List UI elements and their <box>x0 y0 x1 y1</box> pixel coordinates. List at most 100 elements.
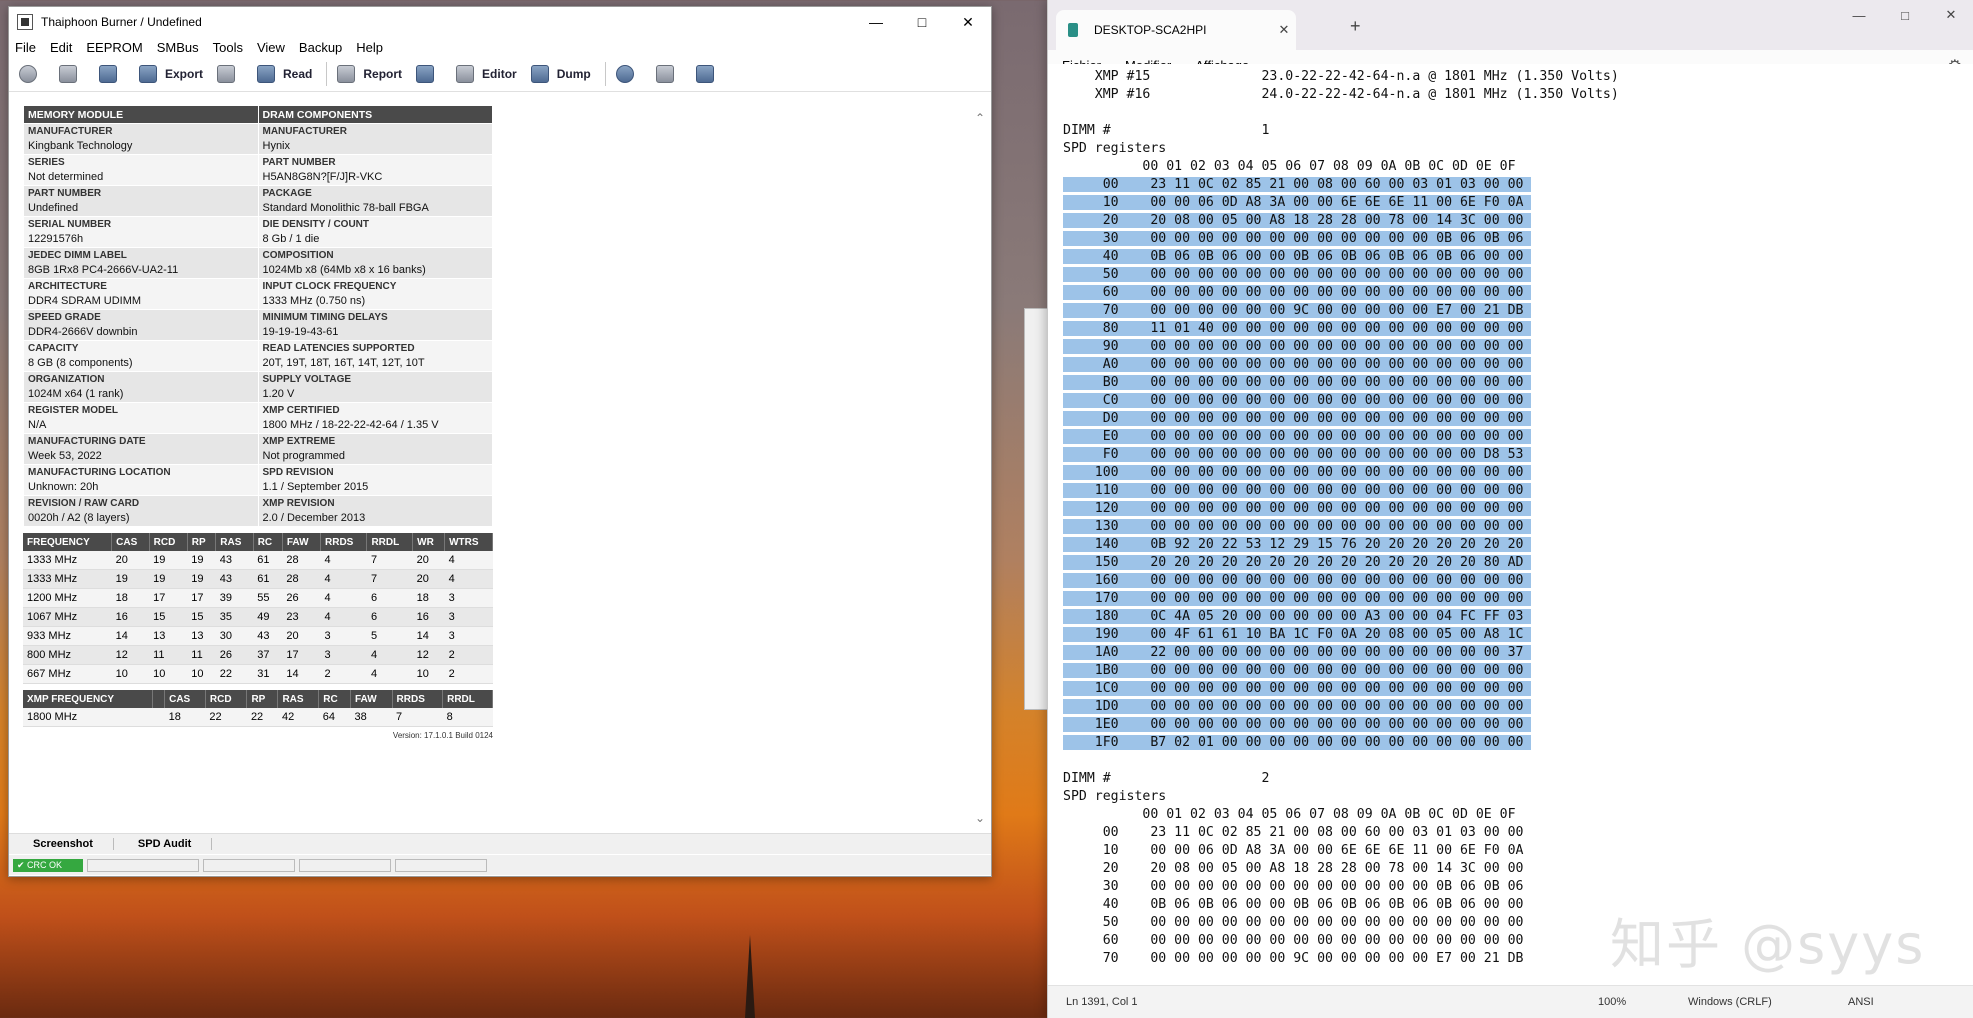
column-header: RRDL <box>366 533 414 551</box>
chart-tool[interactable] <box>695 65 722 83</box>
document-tab[interactable]: DESKTOP-SCA2HPI ✕ <box>1056 10 1296 50</box>
text-editor[interactable]: XMP #14 22.0-22-22-42-64-n.a @ 1801 MHz … <box>1048 64 1973 984</box>
field-value: 12291576h <box>28 233 84 245</box>
menu-smbus[interactable]: SMBus <box>157 40 199 55</box>
menu-tools[interactable]: Tools <box>213 40 243 55</box>
column-header: RC <box>318 690 351 708</box>
table-row: SPEED GRADE DDR4-2666V downbin MINIMUM TIM… <box>23 309 493 341</box>
field-value: DDR4 SDRAM UDIMM <box>28 295 142 307</box>
maximize-button[interactable]: □ <box>1882 0 1928 30</box>
documents-tool[interactable] <box>655 65 682 83</box>
table-row: MANUFACTURING DATE Week 53, 2022 XMP EXTRE… <box>23 433 493 465</box>
report-label: Report <box>363 67 403 81</box>
column-header: RAS <box>277 690 320 708</box>
crc-status-badge: ✔ CRC OK <box>13 858 83 872</box>
table-cell: 39 <box>215 588 254 608</box>
field-label: ORGANIZATION <box>28 374 105 385</box>
table-cell <box>152 708 165 727</box>
table-cell: 19 <box>149 551 188 570</box>
new-tab-icon[interactable]: + <box>1350 16 1361 37</box>
notepad-window: DESKTOP-SCA2HPI ✕ + — □ ✕ Fichier Modifi… <box>1047 0 1973 1018</box>
field-value: 20T, 19T, 18T, 16T, 14T, 12T, 10T <box>262 357 425 369</box>
dump-button[interactable]: Dump <box>530 65 591 83</box>
info-cell: JEDEC DIMM LABEL 8GB 1Rx8 PC4-2666V-UA2-1… <box>23 247 259 279</box>
scroll-down-icon[interactable]: ⌄ <box>973 811 987 825</box>
selected-text-line: 50 00 00 00 00 00 00 00 00 00 00 00 00 0… <box>1063 267 1532 282</box>
export-icon <box>139 65 157 83</box>
table-cell: 26 <box>282 588 321 608</box>
close-button[interactable]: ✕ <box>1928 0 1973 30</box>
table-cell: 16 <box>412 607 445 627</box>
table-cell: 14 <box>111 626 150 646</box>
menu-backup[interactable]: Backup <box>299 40 342 55</box>
table-cell: 1067 MHz <box>23 607 112 627</box>
menu-help[interactable]: Help <box>356 40 383 55</box>
field-label: REVISION / RAW CARD <box>28 498 140 509</box>
field-label: MINIMUM TIMING DELAYS <box>262 312 388 323</box>
scroll-up-icon[interactable]: ⌃ <box>973 111 987 125</box>
report-content: MEMORY MODULE DRAM COMPONENTS MANUFACTURER… <box>23 105 493 740</box>
column-header: CAS <box>111 533 150 551</box>
text-line: DIMM # 1 <box>1063 123 1270 138</box>
gear-icon <box>19 65 37 83</box>
settings-tool[interactable] <box>19 65 45 83</box>
open-tool[interactable] <box>59 65 85 83</box>
menu-edit[interactable]: Edit <box>50 40 72 55</box>
vertical-scrollbar[interactable]: ⌃ ⌄ <box>973 111 987 825</box>
info-cell: INPUT CLOCK FREQUENCY 1333 MHz (0.750 ns) <box>257 278 493 310</box>
tools-button[interactable] <box>416 65 442 83</box>
export-button[interactable]: Export <box>139 65 203 83</box>
refresh-tool[interactable] <box>615 65 642 83</box>
text-line: 00 23 11 0C 02 85 21 00 08 00 60 00 03 0… <box>1063 825 1524 840</box>
refresh-icon <box>615 65 634 83</box>
field-label: SPEED GRADE <box>28 312 101 323</box>
tab-spd-audit[interactable]: SPD Audit <box>114 838 213 850</box>
lock-tool[interactable] <box>217 65 243 83</box>
close-button[interactable]: ✕ <box>945 7 991 37</box>
table-row: SERIAL NUMBER 12291576h DIE DENSITY / COUN… <box>23 216 493 248</box>
field-value: Week 53, 2022 <box>28 450 102 462</box>
field-label: SERIAL NUMBER <box>28 219 112 230</box>
table-cell: 43 <box>253 626 283 646</box>
maximize-button[interactable]: □ <box>899 7 945 37</box>
table-cell: 3 <box>320 626 367 646</box>
wrench-icon <box>416 65 435 83</box>
field-label: XMP REVISION <box>262 498 335 509</box>
section-header: DRAM COMPONENTS <box>257 105 493 124</box>
table-cell: 28 <box>282 569 321 589</box>
table-cell: 5 <box>366 626 413 646</box>
table-cell: 7 <box>366 551 413 570</box>
report-button[interactable]: Report <box>337 65 402 83</box>
export-label: Export <box>165 67 204 81</box>
selected-text-line: 10 00 00 06 0D A8 3A 00 00 6E 6E 6E 11 0… <box>1063 195 1532 210</box>
table-cell: 800 MHz <box>23 645 112 665</box>
table-cell: 2 <box>444 645 493 665</box>
minimize-button[interactable]: — <box>853 7 899 37</box>
text-line: XMP #15 23.0-22-22-42-64-n.a @ 1801 MHz … <box>1063 69 1619 84</box>
menu-view[interactable]: View <box>257 40 285 55</box>
editor-button[interactable]: Editor <box>456 65 517 83</box>
menu-file[interactable]: File <box>15 40 36 55</box>
dump-icon <box>530 65 549 83</box>
save-tool[interactable] <box>99 65 125 83</box>
close-tab-icon[interactable]: ✕ <box>1272 22 1296 38</box>
selected-text-line: 70 00 00 00 00 00 00 9C 00 00 00 00 00 E… <box>1063 303 1532 318</box>
field-value: 1024M x64 (1 rank) <box>28 388 124 400</box>
table-cell: 20 <box>412 551 445 570</box>
menu-eeprom[interactable]: EEPROM <box>86 40 142 55</box>
table-cell: 2 <box>320 664 367 684</box>
table-row: MANUFACTURER Kingbank Technology MANUFACTU… <box>23 123 493 155</box>
selected-text-line: 100 00 00 00 00 00 00 00 00 00 00 00 00 … <box>1063 465 1532 480</box>
selected-text-line: 190 00 4F 61 61 10 BA 1C F0 0A 20 08 00 … <box>1063 627 1532 642</box>
field-value: 8GB 1Rx8 PC4-2666V-UA2-11 <box>28 264 179 276</box>
text-line: SPD registers <box>1063 789 1167 804</box>
status-panel <box>203 858 295 872</box>
column-header: RC <box>253 533 283 551</box>
table-cell: 35 <box>215 607 254 627</box>
minimize-button[interactable]: — <box>1836 0 1882 30</box>
column-header: RCD <box>205 690 248 708</box>
selected-text-line: 30 00 00 00 00 00 00 00 00 00 00 00 00 0… <box>1063 231 1532 246</box>
read-button[interactable]: Read <box>257 65 312 83</box>
table-row: 1333 MHz 19 19 19 43 61 28 4 7 20 4 <box>23 569 493 589</box>
tab-screenshot[interactable]: Screenshot <box>9 838 114 850</box>
